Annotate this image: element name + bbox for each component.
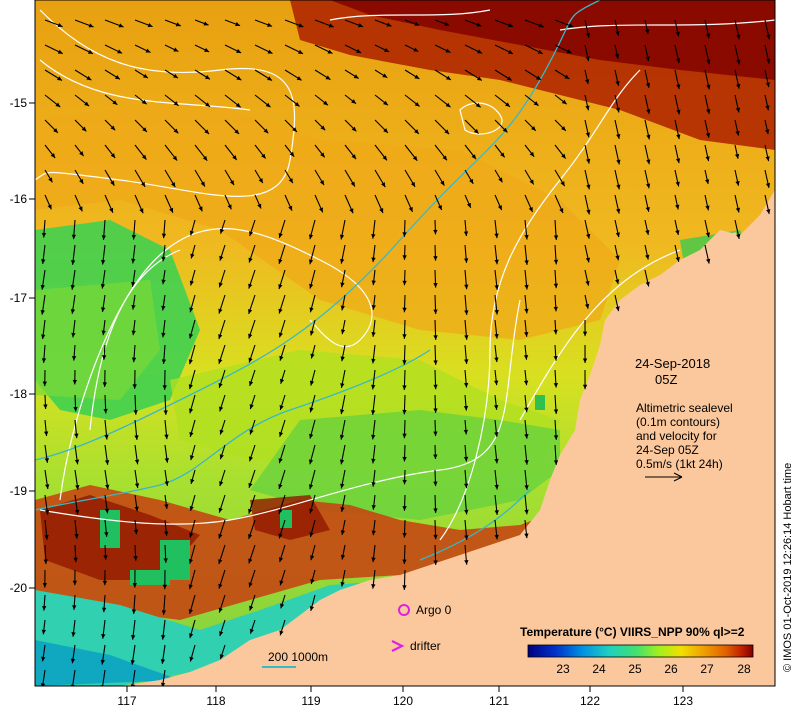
lon-tick-label: 121 bbox=[489, 694, 509, 708]
colorbar-title: Temperature (°C) VIIRS_NPP 90% ql>=2 bbox=[520, 625, 745, 639]
lat-tick-label: -19 bbox=[10, 484, 28, 498]
lat-tick-label: -15 bbox=[10, 96, 28, 110]
velocity-arrowhead bbox=[130, 684, 135, 686]
colorbar-tick-label: 23 bbox=[556, 662, 570, 676]
argo-label: Argo 0 bbox=[416, 603, 452, 617]
lon-tick-label: 117 bbox=[117, 694, 136, 708]
ocean-temperature-map: 117 118 119 120 121 122 123 -15 -16 -17 -18 -19 -20… bbox=[10, 0, 794, 708]
lon-tick-label: 120 bbox=[393, 694, 413, 708]
sst-field bbox=[35, 0, 775, 686]
lon-tick-label: 118 bbox=[206, 694, 225, 708]
credit-text: © IMOS 01-Oct-2019 12:26:14 Hobart time bbox=[782, 463, 794, 672]
annotation-line-5: 0.5m/s (1kt 24h) bbox=[636, 457, 723, 471]
annotation-line-2: (0.1m contours) bbox=[636, 415, 720, 429]
drifter-label: drifter bbox=[410, 639, 441, 653]
colorbar-tick-label: 24 bbox=[592, 662, 606, 676]
colorbar-tick-label: 26 bbox=[664, 662, 678, 676]
latitude-axis: -15 -16 -17 -18 -19 -20 bbox=[10, 96, 35, 595]
annotation-line-4: 24-Sep 05Z bbox=[636, 443, 699, 457]
lat-tick-label: -20 bbox=[10, 581, 28, 595]
isobath-legend-label: 200 1000m bbox=[268, 650, 328, 664]
lat-tick-label: -17 bbox=[10, 291, 28, 305]
velocity-arrowhead bbox=[70, 684, 75, 686]
annotation-line-3: and velocity for bbox=[636, 429, 717, 443]
lat-tick-label: -18 bbox=[10, 387, 28, 401]
annotation-time: 05Z bbox=[655, 372, 677, 387]
colorbar bbox=[527, 644, 754, 658]
colorbar-tick-label: 28 bbox=[737, 662, 751, 676]
annotation-date: 24-Sep-2018 bbox=[635, 356, 710, 371]
colorbar-tick-label: 27 bbox=[700, 662, 714, 676]
lon-tick-label: 123 bbox=[673, 694, 693, 708]
lat-tick-label: -16 bbox=[10, 192, 28, 206]
longitude-axis: 117 118 119 120 121 122 123 bbox=[117, 686, 693, 708]
lon-tick-label: 119 bbox=[301, 694, 320, 708]
annotation-line-1: Altimetric sealevel bbox=[636, 401, 733, 415]
colorbar-tick-label: 25 bbox=[628, 662, 642, 676]
lon-tick-label: 122 bbox=[580, 694, 600, 708]
